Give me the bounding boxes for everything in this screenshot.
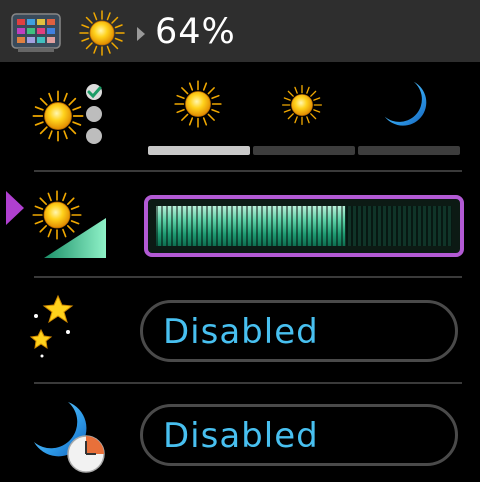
night-mode-value-field[interactable]: Disabled — [140, 300, 458, 362]
mode-segment — [358, 146, 460, 155]
brightness-ramp-icon — [32, 190, 106, 258]
night-timer-value-field[interactable]: Disabled — [140, 404, 458, 466]
row-selector-arrow — [6, 191, 24, 225]
mode-selection-track — [148, 146, 460, 155]
sun-large-icon[interactable] — [172, 78, 224, 130]
brightness-slider-fill — [156, 206, 346, 246]
sun-small-icon[interactable] — [280, 83, 324, 127]
night-timer-icon — [34, 402, 105, 473]
row-divider — [34, 170, 462, 172]
app-grid-icon[interactable] — [11, 13, 61, 53]
row-divider — [34, 276, 462, 278]
moon-icon[interactable] — [377, 76, 435, 134]
brightness-slider-track — [156, 206, 452, 246]
brightness-percent-text: 64% — [155, 12, 236, 52]
sun-icon — [79, 10, 125, 56]
brightness-slider[interactable] — [144, 195, 464, 257]
brightness-settings-screen: 64% Disabled Disabled — [0, 0, 480, 482]
night-timer-value: Disabled — [163, 416, 319, 456]
mode-segment-selected — [148, 146, 250, 155]
breadcrumb-arrow-icon — [137, 27, 145, 41]
row-divider — [34, 382, 462, 384]
night-stars-icon — [29, 294, 107, 364]
sun-mode-icon — [32, 84, 102, 144]
mode-segment — [253, 146, 355, 155]
night-mode-value: Disabled — [163, 312, 319, 352]
header-bar: 64% — [0, 0, 480, 62]
